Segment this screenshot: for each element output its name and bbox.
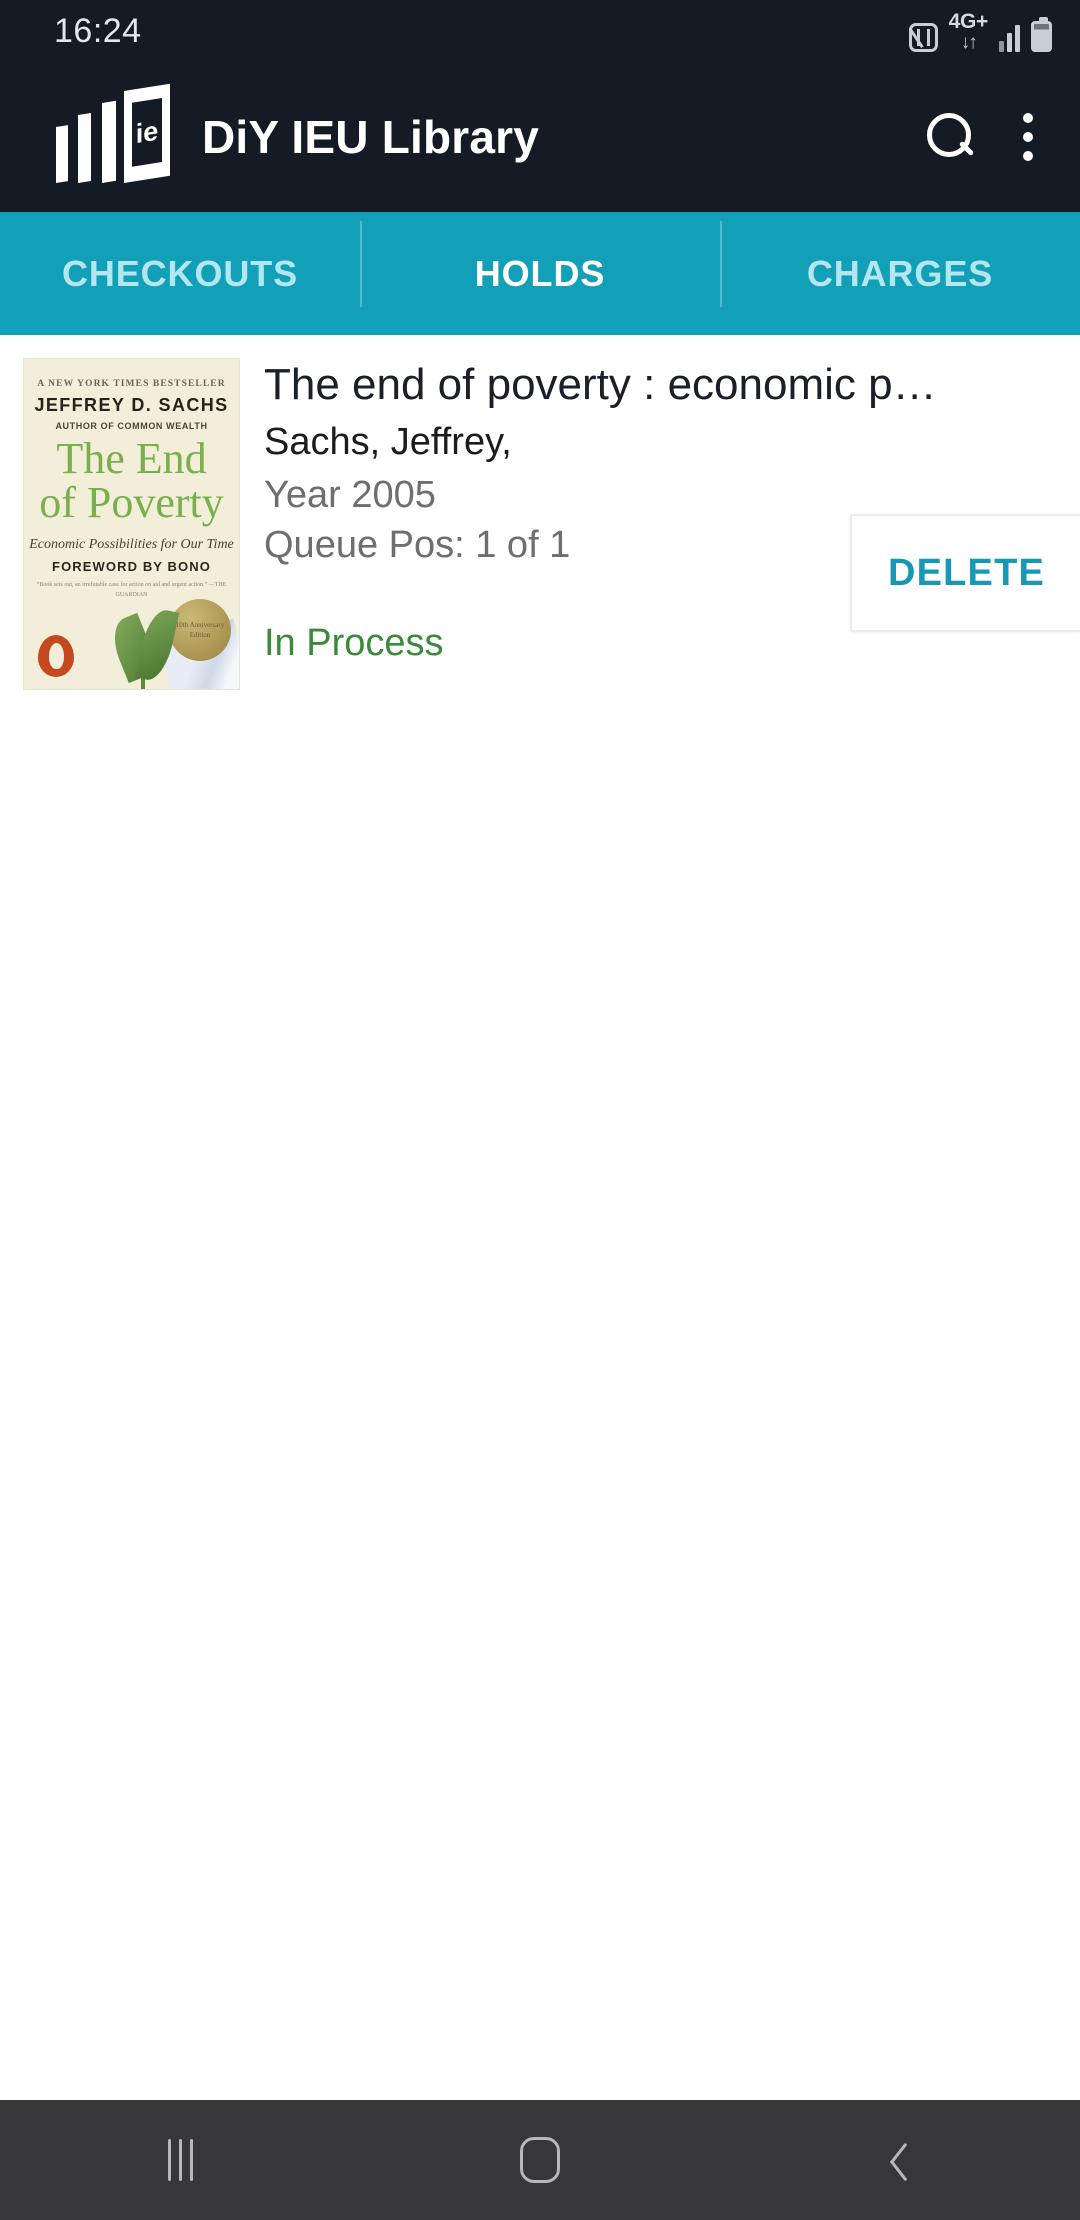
overflow-menu-icon[interactable]: [1022, 113, 1034, 161]
cover-author-subtext: AUTHOR OF COMMON WEALTH: [55, 421, 208, 431]
item-author: Sachs, Jeffrey,: [264, 420, 512, 463]
recents-icon: [167, 2139, 193, 2181]
cover-author-text: JEFFREY D. SACHS: [34, 395, 229, 415]
item-title: The end of poverty : economic p…: [264, 360, 937, 409]
home-icon: [520, 2137, 560, 2183]
status-icons: 4G+ ↓↑: [908, 9, 1052, 53]
battery-icon: [1031, 16, 1052, 52]
signal-bars-icon: [999, 24, 1020, 52]
tab-charges[interactable]: CHARGES: [720, 220, 1080, 315]
network-type-label: 4G+: [948, 9, 989, 33]
penguin-logo-icon: [38, 635, 74, 677]
list-item[interactable]: A NEW YORK TIMES BESTSELLER JEFFREY D. S…: [0, 335, 1080, 689]
cover-quote-text: “Book sets out, an irrefutable case for …: [36, 582, 227, 598]
phone-screen: 16:24 4G+ ↓↑ ie DiY IEU Library CHECKOUT…: [0, 0, 1080, 2220]
app-bar-actions: [924, 111, 1034, 163]
cover-bestseller-text: A NEW YORK TIMES BESTSELLER: [37, 379, 226, 389]
logo-ie-label: ie: [135, 115, 159, 149]
mobile-data-icon: 4G+ ↓↑: [948, 9, 989, 53]
back-button[interactable]: [820, 2100, 980, 2220]
back-icon: [887, 2138, 913, 2182]
cover-title-line-1: The End: [56, 434, 207, 483]
item-year: Year 2005: [264, 473, 436, 516]
home-button[interactable]: [460, 2100, 620, 2220]
hold-details: The end of poverty : economic p… Sachs, …: [239, 359, 1080, 689]
tab-checkouts[interactable]: CHECKOUTS: [0, 233, 360, 315]
cover-subtitle-text: Economic Possibilities for Our Time: [29, 537, 234, 552]
cover-foreword-text: FOREWORD BY BONO: [52, 559, 211, 574]
app-title: DiY IEU Library: [202, 111, 540, 163]
app-bar: ie DiY IEU Library: [0, 62, 1080, 212]
nfc-icon: [908, 22, 938, 52]
search-icon[interactable]: [924, 111, 976, 163]
system-navigation-bar: [0, 2100, 1080, 2220]
book-cover-image: A NEW YORK TIMES BESTSELLER JEFFREY D. S…: [24, 359, 239, 689]
cover-anniversary-badge: 10th Anniversary Edition: [169, 599, 231, 661]
status-time: 16:24: [54, 11, 142, 50]
library-books-logo-icon: ie: [56, 83, 170, 183]
data-transfer-arrows-icon: ↓↑: [960, 31, 978, 53]
tab-holds[interactable]: HOLDS: [360, 220, 720, 315]
cover-title-line-2: of Poverty: [39, 478, 224, 527]
tab-bar: CHECKOUTS HOLDS CHARGES: [0, 212, 1080, 335]
delete-button[interactable]: DELETE: [850, 514, 1080, 632]
status-bar: 16:24 4G+ ↓↑: [0, 0, 1080, 62]
recents-button[interactable]: [100, 2100, 260, 2220]
holds-list: A NEW YORK TIMES BESTSELLER JEFFREY D. S…: [0, 335, 1080, 2100]
